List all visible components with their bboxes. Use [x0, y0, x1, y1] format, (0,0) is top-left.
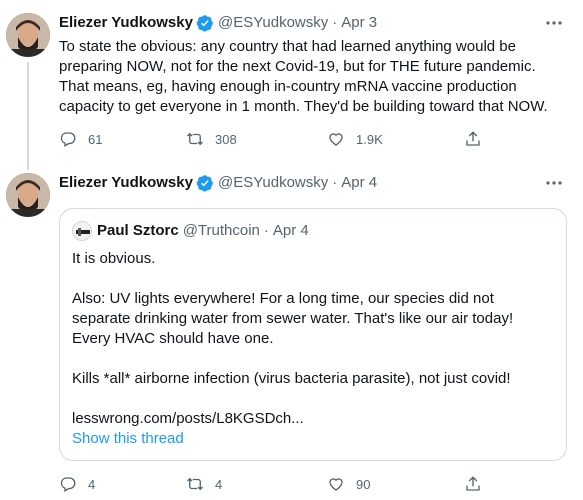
show-thread-link[interactable]: Show this thread [72, 429, 552, 449]
retweet-icon [187, 477, 203, 491]
author-name[interactable]: Eliezer Yudkowsky [59, 174, 193, 192]
tweet-1[interactable]: Eliezer Yudkowsky @ESYudkowsky · Apr 3 T… [0, 0, 583, 170]
share-icon [466, 476, 480, 491]
like-count: 90 [356, 476, 371, 492]
avatar[interactable] [6, 13, 50, 57]
share-button[interactable] [464, 130, 493, 148]
tweet-actions: 4 4 90 [59, 475, 559, 495]
thread-connector-line [27, 62, 29, 170]
tweet-actions: 61 308 1.9K [59, 130, 559, 150]
retweet-count: 308 [215, 131, 237, 147]
retweet-button[interactable]: 308 [186, 130, 237, 148]
quoted-tweet-text: It is obvious. Also: UV lights everywher… [72, 249, 552, 449]
author-handle[interactable]: @ESYudkowsky [218, 174, 328, 192]
reply-icon [60, 132, 76, 147]
quoted-tweet-header: Paul Sztorc @Truthcoin · Apr 4 [72, 221, 309, 241]
like-button[interactable]: 1.9K [327, 130, 383, 148]
avatar [72, 221, 92, 241]
author-name: Paul Sztorc [97, 222, 179, 239]
like-count: 1.9K [356, 131, 383, 147]
tweet-header: Eliezer Yudkowsky @ESYudkowsky · Apr 3 [59, 14, 377, 32]
reply-button[interactable]: 4 [59, 475, 95, 493]
quoted-tweet[interactable]: Paul Sztorc @Truthcoin · Apr 4 It is obv… [59, 208, 567, 461]
more-icon[interactable] [543, 14, 565, 32]
more-icon[interactable] [543, 174, 565, 192]
quote-link[interactable]: lesswrong.com/posts/L8KGSDch... [72, 409, 552, 429]
separator-dot: · [332, 14, 338, 31]
share-icon [466, 131, 480, 146]
retweet-count: 4 [215, 476, 223, 492]
reply-icon [60, 477, 76, 492]
retweet-button[interactable]: 4 [186, 475, 222, 493]
like-icon [329, 478, 343, 491]
verified-badge-icon [196, 175, 213, 192]
reply-count: 61 [88, 131, 103, 147]
quote-paragraph: Kills *all* airborne infection (virus ba… [72, 370, 511, 387]
like-icon [329, 133, 343, 146]
share-button[interactable] [464, 475, 493, 493]
like-button[interactable]: 90 [327, 475, 370, 493]
tweet-date[interactable]: Apr 3 [341, 14, 377, 32]
tweet-header: Eliezer Yudkowsky @ESYudkowsky · Apr 4 [59, 174, 377, 192]
separator-dot: · [263, 222, 269, 239]
reply-button[interactable]: 61 [59, 130, 102, 148]
separator-dot: · [332, 174, 338, 191]
reply-count: 4 [88, 476, 96, 492]
tweet-text: To state the obvious: any country that h… [59, 38, 548, 115]
author-handle: @Truthcoin [182, 222, 260, 239]
retweet-icon [187, 132, 203, 146]
author-name[interactable]: Eliezer Yudkowsky [59, 14, 193, 32]
tweet-date: Apr 4 [272, 222, 309, 239]
avatar[interactable] [6, 173, 50, 217]
tweet-date[interactable]: Apr 4 [341, 174, 377, 192]
quote-paragraph: It is obvious. [72, 250, 156, 267]
quote-paragraph: Also: UV lights everywhere! For a long t… [72, 290, 514, 347]
verified-badge-icon [196, 15, 213, 32]
author-handle[interactable]: @ESYudkowsky [218, 14, 328, 32]
